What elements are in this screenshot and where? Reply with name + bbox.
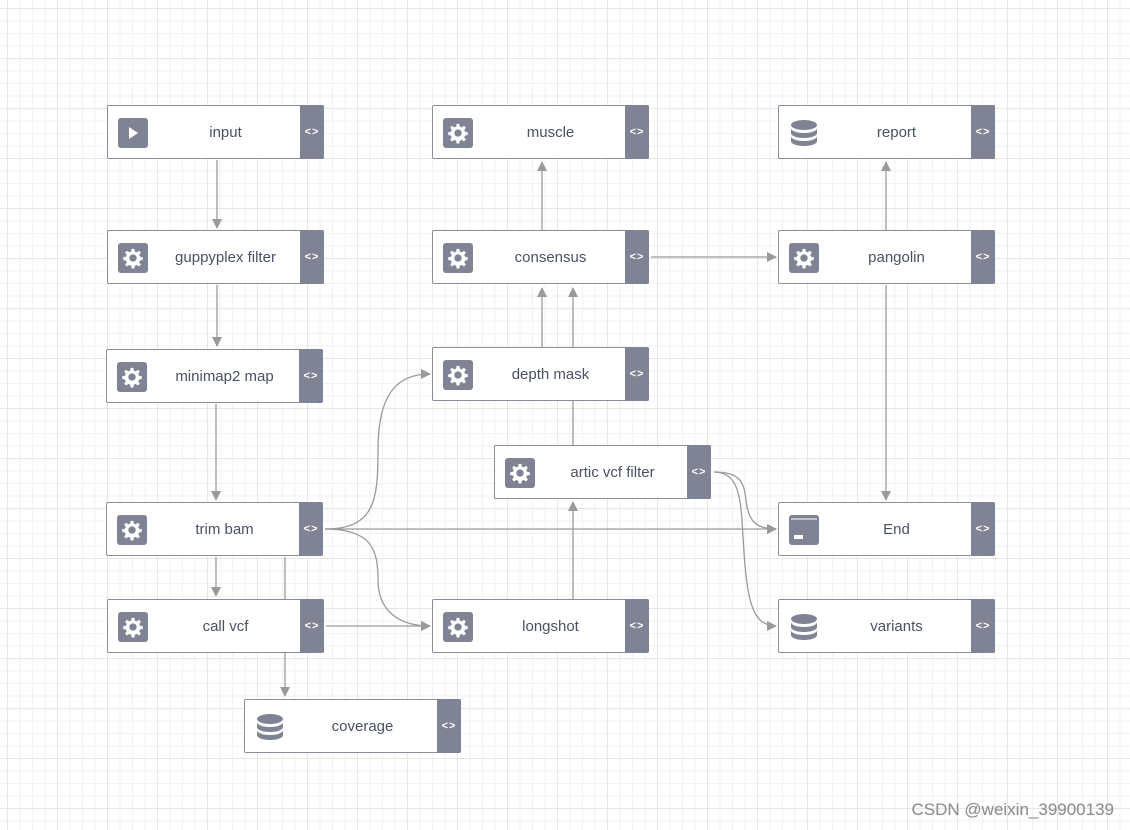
node-report[interactable]: report <> [778, 105, 995, 159]
code-toggle-button[interactable]: <> [625, 105, 649, 159]
node-label: longshot [522, 617, 579, 635]
node-consensus[interactable]: consensus <> [432, 230, 649, 284]
node-input[interactable]: input <> [107, 105, 324, 159]
database-icon [255, 712, 285, 742]
edge-trimbam-longshot[interactable] [324, 528, 431, 631]
code-toggle-button[interactable]: <> [625, 347, 649, 401]
gear-icon [789, 243, 819, 273]
watermark: CSDN @weixin_39900139 [911, 800, 1114, 819]
gear-icon [117, 515, 147, 545]
node-label: input [209, 123, 242, 141]
node-label: muscle [526, 123, 575, 141]
node-label: trim bam [195, 520, 254, 538]
node-end[interactable]: End <> [778, 502, 995, 556]
node-label: guppyplex filter [175, 248, 276, 266]
node-coverage[interactable]: coverage <> [244, 699, 461, 753]
gear-icon [443, 612, 473, 642]
play-icon [118, 118, 148, 148]
node-label: depth mask [511, 365, 590, 383]
node-artic-vcf-filter[interactable]: artic vcf filter <> [494, 445, 711, 499]
gear-icon [443, 118, 473, 148]
code-toggle-button[interactable]: <> [300, 105, 324, 159]
code-toggle-button[interactable]: <> [971, 599, 995, 653]
database-icon [789, 612, 819, 642]
node-minimap2-map[interactable]: minimap2 map <> [106, 349, 323, 403]
code-toggle-button[interactable]: <> [687, 445, 711, 499]
code-toggle-button[interactable]: <> [625, 599, 649, 653]
edge-trimbam-depthmask[interactable] [324, 369, 431, 530]
code-toggle-button[interactable]: <> [300, 599, 324, 653]
gear-icon [118, 612, 148, 642]
code-toggle-button[interactable]: <> [437, 699, 461, 753]
database-icon [789, 118, 819, 148]
node-trim-bam[interactable]: trim bam <> [106, 502, 323, 556]
gear-icon [118, 243, 148, 273]
node-muscle[interactable]: muscle <> [432, 105, 649, 159]
code-toggle-button[interactable]: <> [971, 230, 995, 284]
node-label: coverage [331, 717, 394, 735]
code-toggle-button[interactable]: <> [299, 502, 323, 556]
node-label: report [876, 123, 917, 141]
node-label: artic vcf filter [570, 463, 655, 481]
end-icon [789, 515, 819, 545]
node-label: minimap2 map [175, 367, 274, 385]
node-longshot[interactable]: longshot <> [432, 599, 649, 653]
gear-icon [117, 362, 147, 392]
node-label: End [883, 520, 910, 538]
node-pangolin[interactable]: pangolin <> [778, 230, 995, 284]
node-label: variants [870, 617, 923, 635]
gear-icon [443, 360, 473, 390]
node-variants[interactable]: variants <> [778, 599, 995, 653]
node-label: pangolin [868, 248, 925, 266]
node-label: call vcf [202, 617, 249, 635]
gear-icon [443, 243, 473, 273]
node-label: consensus [514, 248, 587, 266]
code-toggle-button[interactable]: <> [971, 105, 995, 159]
gear-icon [505, 458, 535, 488]
code-toggle-button[interactable]: <> [300, 230, 324, 284]
code-toggle-button[interactable]: <> [971, 502, 995, 556]
node-call-vcf[interactable]: call vcf <> [107, 599, 324, 653]
node-guppyplex-filter[interactable]: guppyplex filter <> [107, 230, 324, 284]
edge-articvcf-end[interactable] [713, 471, 777, 534]
node-depth-mask[interactable]: depth mask <> [432, 347, 649, 401]
code-toggle-button[interactable]: <> [625, 230, 649, 284]
code-toggle-button[interactable]: <> [299, 349, 323, 403]
